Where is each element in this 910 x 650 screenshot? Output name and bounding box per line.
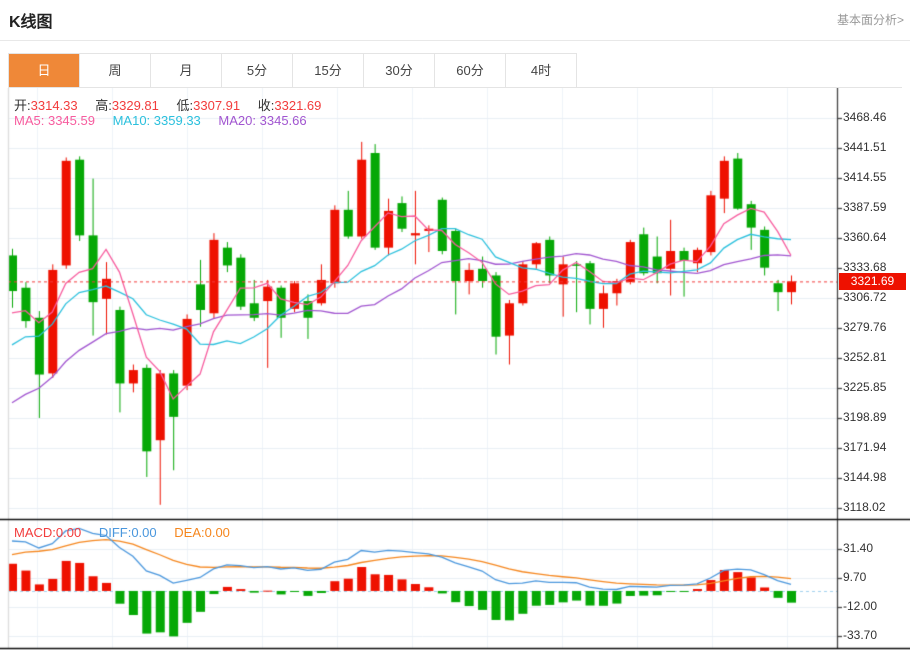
close-value: 3321.69	[274, 98, 321, 113]
y-axis-tick-label: 3468.46	[843, 110, 886, 124]
diff-label: DIFF:	[99, 525, 132, 540]
ma10-label: MA10:	[113, 113, 151, 128]
high-label: 高:	[95, 98, 112, 113]
period-tab-5[interactable]: 30分	[364, 54, 435, 87]
low-value: 3307.91	[193, 98, 240, 113]
ohlc-readout: 开:3314.33 高:3329.81 低:3307.91 收:3321.69	[14, 95, 335, 114]
kline-page: K线图 基本面分析> 日周月5分15分30分60分4时 开:3314.33 高:…	[0, 0, 910, 650]
y-axis-tick-label: 3306.72	[843, 290, 886, 304]
period-tab-0[interactable]: 日	[9, 54, 80, 87]
page-title: K线图	[9, 8, 53, 32]
ma10-value: 3359.33	[154, 113, 201, 128]
macd-label: MACD:	[14, 525, 56, 540]
y-axis-tick-label: 3360.64	[843, 230, 886, 244]
y-axis-tick-label: 3144.98	[843, 470, 886, 484]
period-tab-4[interactable]: 15分	[293, 54, 364, 87]
y-axis-tick-label: 3171.94	[843, 440, 886, 454]
dea-value: 0.00	[205, 525, 230, 540]
current-price-tag: 3321.69	[839, 273, 906, 290]
period-tab-bar: 日周月5分15分30分60分4时	[8, 53, 577, 88]
ma5-label: MA5:	[14, 113, 44, 128]
y-axis-tick-label: 31.40	[843, 541, 873, 555]
y-axis-tick-label: 3198.89	[843, 410, 886, 424]
y-axis-tick-label: -33.70	[843, 628, 877, 642]
low-label: 低:	[177, 98, 194, 113]
diff-value: 0.00	[131, 525, 156, 540]
ma20-value: 3345.66	[260, 113, 307, 128]
header-divider	[0, 40, 910, 41]
ma-readout: MA5: 3345.59 MA10: 3359.33 MA20: 3345.66	[14, 113, 321, 128]
y-axis-tick-label: 3414.55	[843, 170, 886, 184]
y-axis-tick-label: 3252.81	[843, 350, 886, 364]
close-label: 收:	[258, 98, 275, 113]
open-value: 3314.33	[31, 98, 78, 113]
y-axis-tick-label: 3387.59	[843, 200, 886, 214]
period-tab-6[interactable]: 60分	[435, 54, 506, 87]
high-value: 3329.81	[112, 98, 159, 113]
ma20-label: MA20:	[218, 113, 256, 128]
y-axis-tick-label: 3441.51	[843, 140, 886, 154]
macd-value: 0.00	[56, 525, 81, 540]
y-axis-tick-label: 3225.85	[843, 380, 886, 394]
fundamental-analysis-link[interactable]: 基本面分析>	[837, 11, 904, 28]
y-axis-tick-label: 3279.76	[843, 320, 886, 334]
y-axis-tick-label: -12.00	[843, 599, 877, 613]
period-tab-7[interactable]: 4时	[506, 54, 576, 87]
period-tab-3[interactable]: 5分	[222, 54, 293, 87]
macd-readout: MACD:0.00 DIFF:0.00 DEA:0.00	[14, 525, 244, 540]
dea-label: DEA:	[174, 525, 204, 540]
ma5-value: 3345.59	[48, 113, 95, 128]
kline-chart-canvas[interactable]	[0, 88, 910, 650]
open-label: 开:	[14, 98, 31, 113]
period-tab-2[interactable]: 月	[151, 54, 222, 87]
y-axis-tick-label: 9.70	[843, 570, 866, 584]
y-axis-tick-label: 3118.02	[843, 500, 886, 514]
period-tab-1[interactable]: 周	[80, 54, 151, 87]
